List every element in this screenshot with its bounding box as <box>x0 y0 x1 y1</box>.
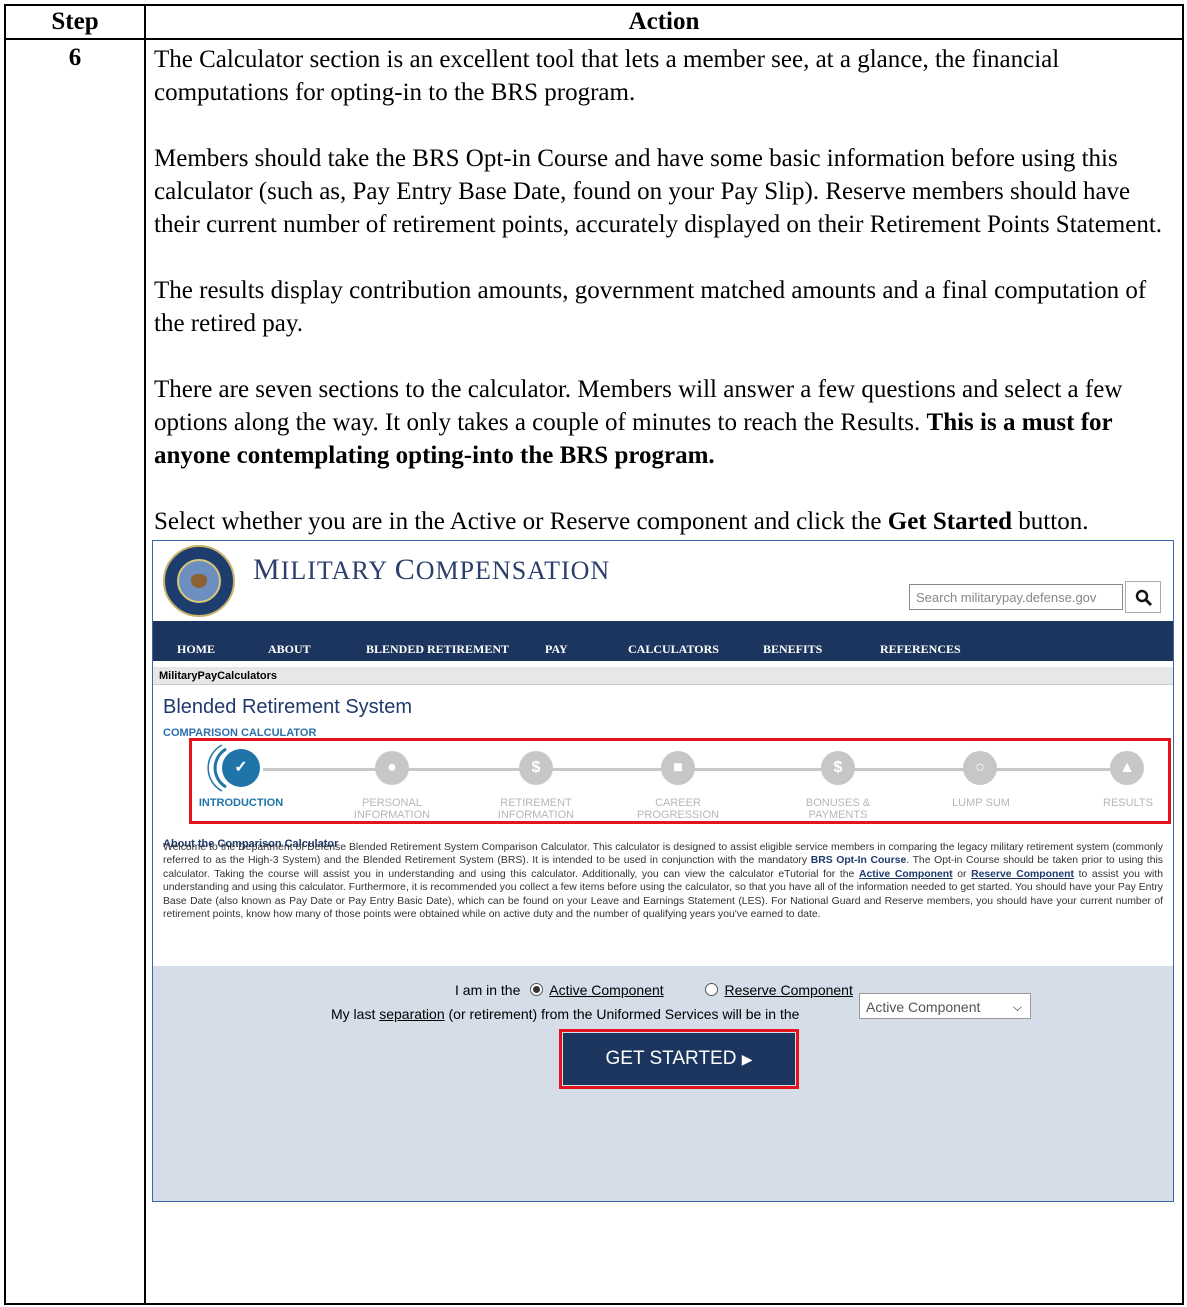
step-header: Step <box>4 4 146 40</box>
action-paragraph-3: The results display contribution amounts… <box>154 277 1147 337</box>
search-input[interactable]: Search militarypay.defense.gov <box>909 584 1123 610</box>
site-title[interactable]: MILITARY COMPENSATION <box>253 553 610 587</box>
nav-benefits[interactable]: BENEFITS <box>763 633 822 666</box>
site-header: MILITARY COMPENSATION Search militarypay… <box>153 541 1173 621</box>
action-paragraph-1: The Calculator section is an excellent t… <box>154 46 1060 106</box>
steps-highlight-box <box>189 738 1171 824</box>
search-button[interactable] <box>1125 581 1161 613</box>
main-nav: HOME ABOUT BLENDED RETIREMENT PAY CALCUL… <box>153 621 1173 661</box>
procedure-table: Step Action 6 The Calculator section is … <box>4 4 1184 1305</box>
action-paragraph-5-text-a: Select whether you are in the Active or … <box>154 508 888 535</box>
nav-about[interactable]: ABOUT <box>268 633 311 666</box>
action-paragraph-2: Members should take the BRS Opt-in Cours… <box>154 145 1163 238</box>
active-component-radio[interactable] <box>530 983 544 996</box>
reserve-component-label[interactable]: Reserve Component <box>724 982 852 998</box>
active-component-tutorial-link[interactable]: Active Component <box>859 869 953 880</box>
action-header: Action <box>144 4 1184 40</box>
action-paragraph-5-text-b: button. <box>1012 508 1089 535</box>
nav-home[interactable]: HOME <box>177 633 215 666</box>
about-text: Welcome to the Department of Defense Ble… <box>163 842 1164 921</box>
calculator-screenshot: MILITARY COMPENSATION Search militarypay… <box>152 540 1174 1202</box>
separation-question: My last separation (or retirement) from … <box>331 1006 800 1022</box>
breadcrumb[interactable]: MilitaryPayCalculators <box>153 667 1173 685</box>
active-component-label[interactable]: Active Component <box>549 982 663 998</box>
action-paragraph-4: There are seven sections to the calculat… <box>154 373 1174 472</box>
nav-blended-retirement[interactable]: BLENDED RETIREMENT <box>366 633 509 666</box>
separation-link[interactable]: separation <box>379 1006 444 1022</box>
get-started-highlight-box <box>559 1029 799 1089</box>
nav-calculators[interactable]: CALCULATORS <box>628 633 719 666</box>
action-paragraph-5-emphasis: Get Started <box>887 508 1013 535</box>
dod-seal-logo <box>163 545 235 617</box>
reserve-component-radio[interactable] <box>705 983 719 996</box>
search-icon <box>1135 589 1152 606</box>
chevron-down-icon: ⌵ <box>1012 1000 1022 1014</box>
brs-course-link[interactable]: BRS Opt-In Course <box>811 855 907 866</box>
nav-pay[interactable]: PAY <box>545 633 568 666</box>
step-number: 6 <box>4 38 146 1305</box>
nav-references[interactable]: REFERENCES <box>880 633 961 666</box>
action-paragraph-5: Select whether you are in the Active or … <box>154 505 1174 538</box>
reserve-component-tutorial-link[interactable]: Reserve Component <box>971 869 1074 880</box>
action-cell: The Calculator section is an excellent t… <box>144 38 1184 1305</box>
component-prefix: I am in the <box>455 982 521 998</box>
separation-component-select[interactable]: Active Component ⌵ <box>859 993 1031 1019</box>
